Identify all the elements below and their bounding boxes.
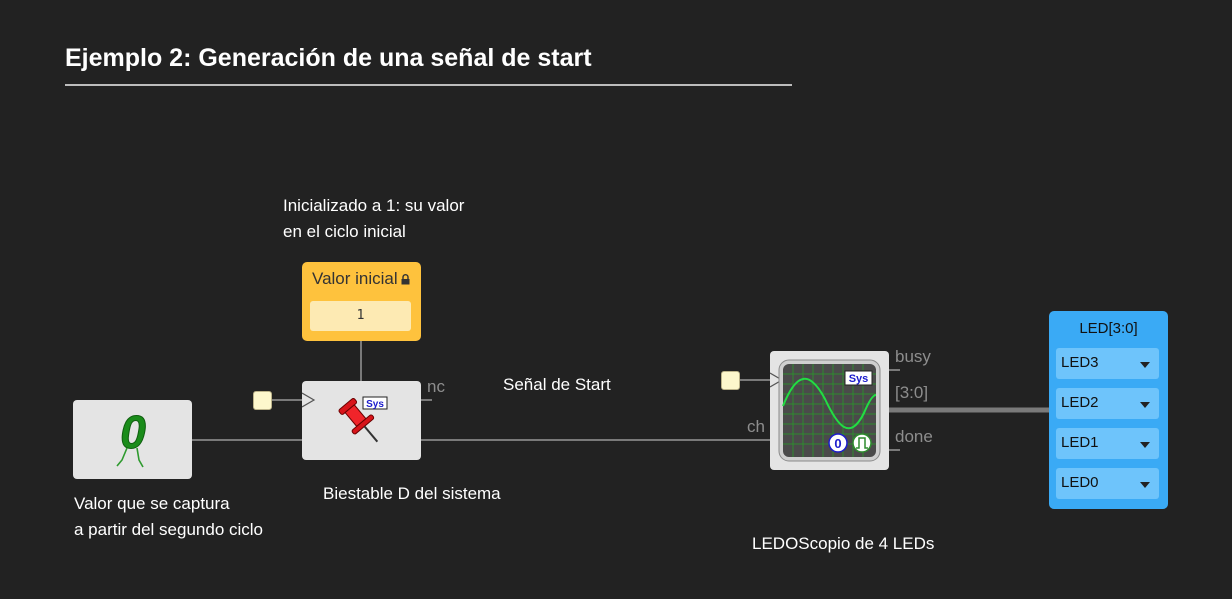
chevron-down-icon xyxy=(1140,442,1150,448)
init-comment-line1: Inicializado a 1: su valor xyxy=(283,196,465,215)
biestable-comment: Biestable D del sistema xyxy=(323,484,501,503)
chevron-down-icon xyxy=(1140,362,1150,368)
pulse-indicator xyxy=(852,433,872,453)
ledoscope-block[interactable]: Sys 0 xyxy=(769,351,889,470)
flipflop-block[interactable]: Sys xyxy=(301,381,421,460)
led0-label: LED0 xyxy=(1061,474,1099,491)
walking-zero-icon: 0 xyxy=(116,406,147,468)
init-comment-line2: en el ciclo inicial xyxy=(283,222,406,241)
led-output-block[interactable]: LED[3:0] LED3 LED2 LED1 LED0 xyxy=(1049,311,1168,509)
capture-comment-line1: Valor que se captura xyxy=(74,494,230,513)
svg-text:0: 0 xyxy=(834,436,841,451)
port-nc: nc xyxy=(427,377,445,396)
port-done: done xyxy=(895,427,933,446)
zero-block[interactable]: 0 xyxy=(73,400,192,479)
start-signal-comment: Señal de Start xyxy=(503,375,611,394)
led3-select[interactable]: LED3 xyxy=(1056,348,1159,379)
port-bus: [3:0] xyxy=(895,383,929,402)
init-comment: Inicializado a 1: su valor en el ciclo i… xyxy=(283,193,464,245)
lock-icon xyxy=(401,274,410,285)
chevron-down-icon xyxy=(1140,402,1150,408)
port-ch: ch xyxy=(747,417,765,436)
led0-select[interactable]: LED0 xyxy=(1056,468,1159,499)
led-panel-title: LED[3:0] xyxy=(1079,320,1138,337)
chevron-down-icon xyxy=(1140,482,1150,488)
svg-text:Sys: Sys xyxy=(849,373,869,385)
port-busy: busy xyxy=(895,347,931,366)
led2-label: LED2 xyxy=(1061,394,1099,411)
capture-comment: Valor que se captura a partir del segund… xyxy=(74,491,263,543)
clock-input[interactable] xyxy=(253,391,272,410)
capture-comment-line2: a partir del segundo ciclo xyxy=(74,520,264,539)
constant-value-field[interactable]: 1 xyxy=(310,301,411,331)
led2-select[interactable]: LED2 xyxy=(1056,388,1159,419)
ledoscopio-comment: LEDOScopio de 4 LEDs xyxy=(752,534,935,553)
led3-label: LED3 xyxy=(1061,354,1099,371)
clock-triangle xyxy=(301,392,316,408)
constant-label: Valor inicial xyxy=(312,269,398,288)
led1-label: LED1 xyxy=(1061,434,1099,451)
red-pin-icon: Sys xyxy=(301,392,388,443)
svg-text:Sys: Sys xyxy=(366,399,384,410)
oscilloscope-icon: Sys 0 xyxy=(769,359,881,462)
zero-glyph: 0 xyxy=(120,406,146,458)
constant-block[interactable]: Valor inicial 1 xyxy=(302,262,421,341)
clock-input-scope[interactable] xyxy=(721,371,740,390)
led1-select[interactable]: LED1 xyxy=(1056,428,1159,459)
